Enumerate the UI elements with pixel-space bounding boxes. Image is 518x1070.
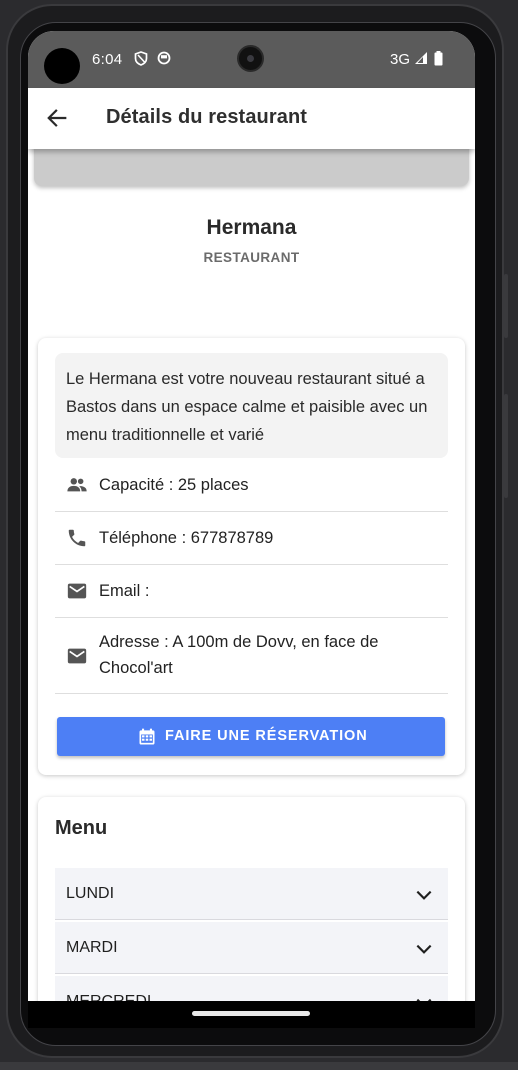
reservation-button[interactable]: FAIRE UNE RÉSERVATION — [57, 717, 445, 756]
chevron-down-icon — [416, 890, 432, 900]
restaurant-image — [34, 149, 469, 186]
capacity-text: Capacité : 25 places — [99, 476, 249, 494]
people-icon — [67, 478, 87, 492]
address-row: Adresse : A 100m de Dovv, en face de Cho… — [55, 618, 448, 694]
volume-button — [504, 394, 508, 498]
chevron-down-icon — [416, 998, 432, 1001]
sync-icon — [157, 51, 171, 65]
mail-icon — [67, 583, 87, 599]
capacity-row: Capacité : 25 places — [55, 459, 448, 512]
navigation-bar — [28, 1001, 475, 1028]
battery-icon — [434, 51, 443, 66]
mail-icon — [67, 648, 87, 664]
signal-icon — [415, 52, 427, 64]
restaurant-name: Hermana — [206, 216, 297, 239]
shield-icon — [134, 51, 148, 66]
address-text: Adresse : A 100m de Dovv, en face de Cho… — [99, 633, 379, 677]
back-arrow-icon[interactable] — [46, 107, 68, 129]
status-time: 6:04 — [92, 51, 123, 68]
menu-day-monday[interactable]: LUNDI — [55, 868, 448, 920]
camera-cutout — [44, 48, 80, 84]
menu-day-label: LUNDI — [66, 885, 115, 902]
home-gesture-handle[interactable] — [192, 1011, 310, 1016]
app-bar: Détails du restaurant — [28, 88, 475, 149]
menu-day-tuesday[interactable]: MARDI — [55, 922, 448, 974]
restaurant-type: RESTAURANT — [203, 250, 300, 265]
calendar-icon — [139, 728, 155, 745]
status-bar: 6:04 3G — [28, 31, 475, 88]
menu-title: Menu — [55, 817, 108, 839]
menu-day-wednesday[interactable]: MERCREDI — [55, 976, 448, 1001]
info-card: Le Hermana est votre nouveau restaurant … — [38, 338, 465, 775]
email-row: Email : — [55, 565, 448, 618]
chevron-down-icon — [416, 944, 432, 954]
phone-screen: 6:04 3G Détails du restaurant Hermana RE… — [28, 31, 475, 1028]
email-text: Email : — [99, 582, 150, 600]
bottom-strip — [0, 1062, 518, 1070]
page-title: Détails du restaurant — [106, 106, 308, 128]
restaurant-description: Le Hermana est votre nouveau restaurant … — [55, 353, 448, 458]
phone-icon — [68, 529, 86, 547]
menu-day-label: MERCREDI — [66, 993, 151, 1001]
menu-day-label: MARDI — [66, 939, 118, 956]
network-type: 3G — [390, 51, 411, 68]
menu-card: Menu LUNDI MARDI MERCREDI — [38, 797, 465, 1001]
scroll-content[interactable]: Hermana RESTAURANT Le Hermana est votre … — [28, 149, 475, 1001]
phone-text: Téléphone : 677878789 — [99, 529, 274, 547]
phone-row: Téléphone : 677878789 — [55, 512, 448, 565]
power-button — [504, 274, 508, 338]
reservation-button-label: FAIRE UNE RÉSERVATION — [165, 728, 368, 744]
front-camera — [237, 45, 264, 72]
